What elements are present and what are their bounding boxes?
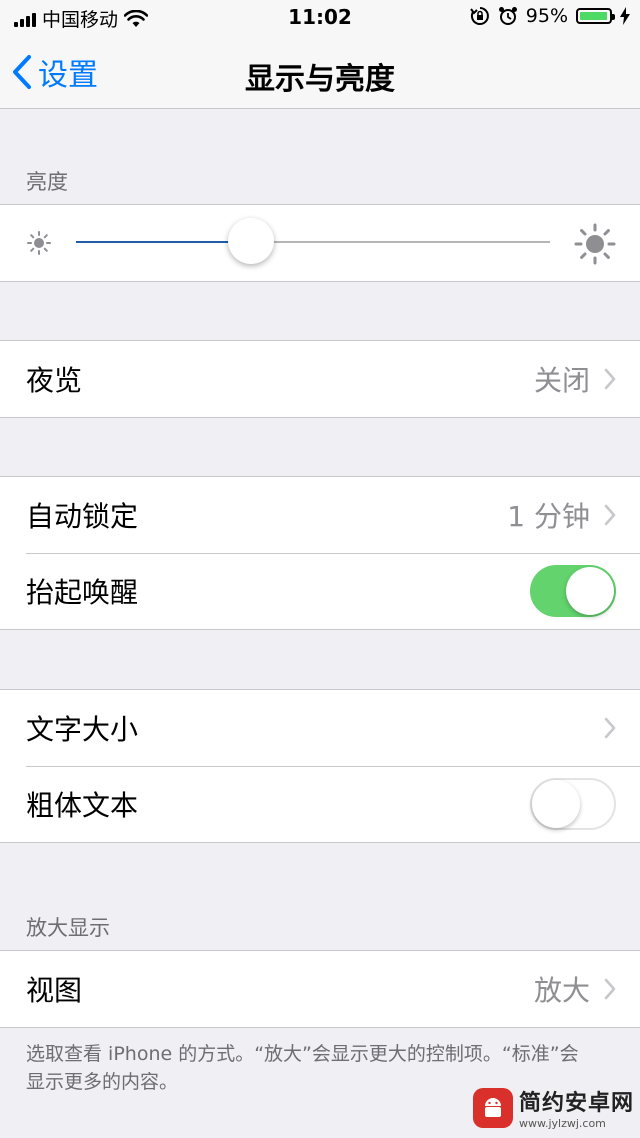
brightness-slider-row	[0, 205, 640, 281]
brightness-slider-knob[interactable]	[228, 218, 275, 264]
brightness-group	[0, 204, 640, 282]
sun-large-icon	[574, 223, 616, 265]
status-bar: 中国移动 11:02 95%	[0, 0, 640, 36]
chevron-right-icon	[604, 978, 616, 1000]
chevron-right-icon	[604, 368, 616, 390]
nav-bar: 设置 显示与亮度	[0, 36, 640, 109]
battery-percent: 95%	[525, 5, 568, 27]
rotation-lock-icon	[469, 7, 489, 25]
battery-icon	[576, 8, 615, 24]
brightness-header: 亮度	[26, 170, 68, 194]
zoom-view-value: 放大	[533, 974, 590, 1007]
charging-icon	[620, 7, 630, 25]
auto-lock-value: 1 分钟	[507, 500, 590, 533]
toggle-knob	[532, 780, 580, 828]
android-logo-icon	[472, 1087, 513, 1128]
toggle-knob	[566, 567, 614, 615]
chevron-right-icon	[604, 717, 616, 739]
night-shift-row[interactable]: 夜览 关闭	[0, 341, 640, 417]
night-shift-group: 夜览 关闭	[0, 340, 640, 418]
lock-group: 自动锁定 1 分钟 抬起唤醒	[0, 476, 640, 630]
zoom-group: 视图 放大	[0, 950, 640, 1028]
zoom-view-row[interactable]: 视图 放大	[0, 951, 640, 1027]
chevron-right-icon	[604, 504, 616, 526]
sun-small-icon	[27, 231, 51, 255]
night-shift-value: 关闭	[533, 364, 590, 397]
watermark-title: 简约安卓网	[518, 1091, 634, 1116]
raise-to-wake-label: 抬起唤醒	[26, 576, 139, 609]
brightness-slider-fill	[76, 241, 252, 243]
raise-to-wake-toggle[interactable]	[530, 565, 616, 617]
auto-lock-row[interactable]: 自动锁定 1 分钟	[0, 477, 640, 553]
text-size-row[interactable]: 文字大小	[0, 690, 640, 766]
bold-text-toggle[interactable]	[530, 778, 616, 830]
brightness-slider[interactable]	[76, 218, 550, 264]
watermark-url: www.jylzwj.com	[518, 1117, 606, 1130]
page-title: 显示与亮度	[245, 62, 395, 97]
auto-lock-label: 自动锁定	[26, 500, 139, 533]
raise-to-wake-row: 抬起唤醒	[0, 553, 640, 629]
alarm-icon	[498, 7, 517, 25]
zoom-header: 放大显示	[26, 916, 110, 940]
watermark: 简约安卓网 www.jylzwj.com	[472, 1085, 634, 1130]
status-right: 95%	[469, 5, 630, 27]
zoom-view-label: 视图	[26, 974, 83, 1007]
bold-text-row: 粗体文本	[0, 766, 640, 842]
night-shift-label: 夜览	[26, 364, 83, 397]
text-group: 文字大小 粗体文本	[0, 689, 640, 843]
watermark-text: 简约安卓网 www.jylzwj.com	[519, 1085, 634, 1130]
text-size-label: 文字大小	[26, 713, 139, 746]
bold-text-label: 粗体文本	[26, 789, 139, 822]
